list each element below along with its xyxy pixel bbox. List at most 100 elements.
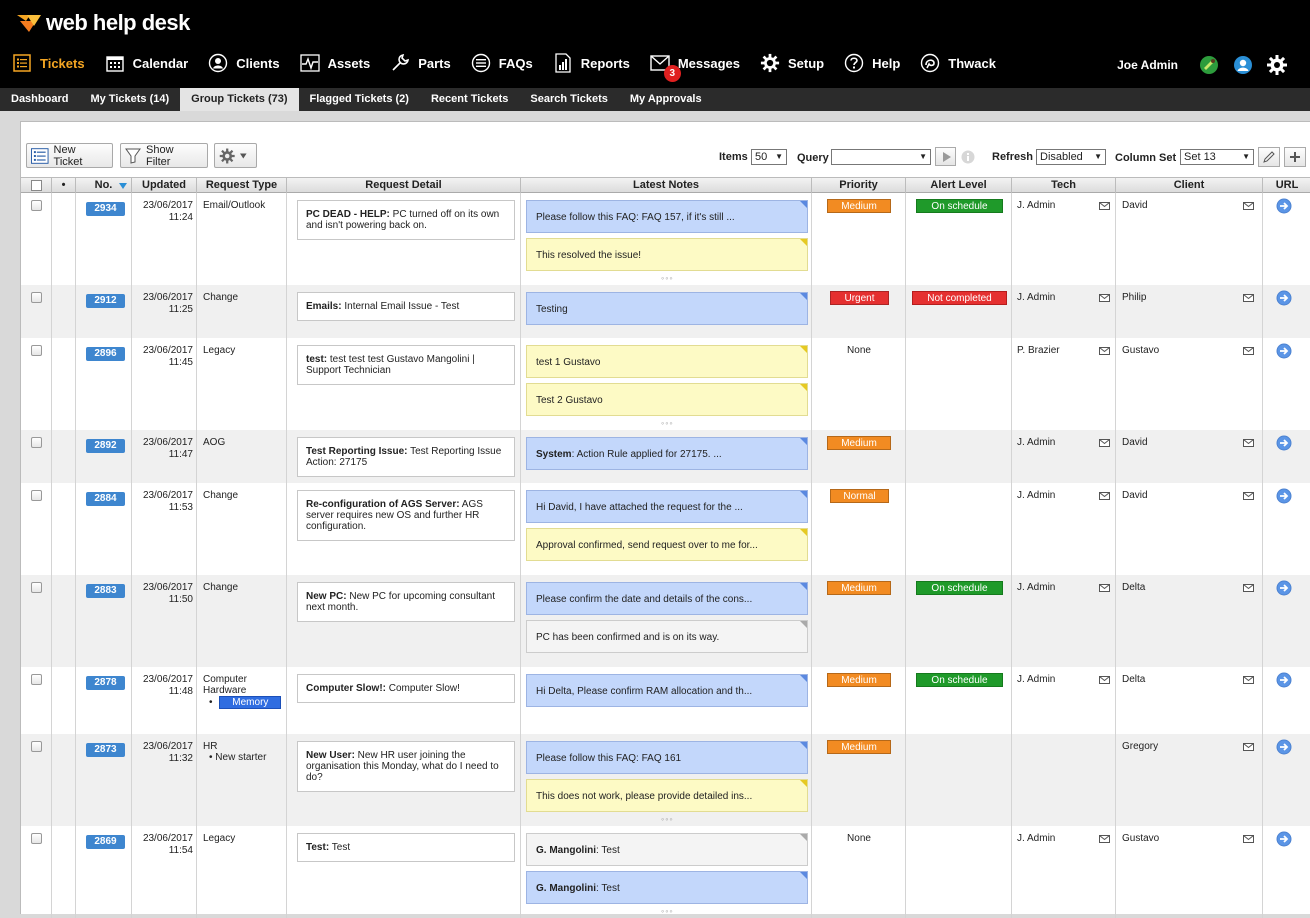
more-notes-icon[interactable]: ◦◦◦ xyxy=(661,274,674,283)
latest-note[interactable]: Testing xyxy=(526,292,808,325)
tech-name[interactable]: J. Admin xyxy=(1017,674,1055,685)
table-row[interactable]: 2912 23/06/2017 11:25 Change Emails: Interna… xyxy=(21,285,1310,338)
run-query-button[interactable] xyxy=(935,147,956,166)
show-filter-button[interactable]: Show Filter xyxy=(120,143,208,168)
nav-reports[interactable]: Reports xyxy=(541,48,638,78)
more-notes-icon[interactable]: ◦◦◦ xyxy=(661,419,674,428)
tab-search-tickets[interactable]: Search Tickets xyxy=(519,88,618,111)
client-name[interactable]: David xyxy=(1122,200,1148,211)
open-url-icon[interactable] xyxy=(1276,580,1292,596)
settings-gear-icon[interactable] xyxy=(1266,54,1288,76)
client-name[interactable]: Gustavo xyxy=(1122,345,1159,356)
email-tech-icon[interactable] xyxy=(1099,491,1110,500)
email-client-icon[interactable] xyxy=(1243,438,1254,447)
refresh-select[interactable]: Disabled ▼ xyxy=(1036,149,1106,165)
col-alert-level[interactable]: Alert Level xyxy=(906,178,1012,193)
table-row[interactable]: 2869 23/06/2017 11:54 Legacy Test: Test G. Ma… xyxy=(21,826,1310,918)
info-icon[interactable] xyxy=(961,150,975,164)
client-name[interactable]: Gustavo xyxy=(1122,833,1159,844)
logo[interactable]: web help desk xyxy=(16,10,190,36)
open-url-icon[interactable] xyxy=(1276,672,1292,688)
col-priority[interactable]: Priority xyxy=(812,178,906,193)
row-checkbox[interactable] xyxy=(31,292,42,303)
client-name[interactable]: David xyxy=(1122,490,1148,501)
select-all-checkbox[interactable] xyxy=(31,180,42,191)
latest-note[interactable]: Hi David, I have attached the request fo… xyxy=(526,490,808,523)
tech-name[interactable]: J. Admin xyxy=(1017,200,1055,211)
tab-my-tickets[interactable]: My Tickets (14) xyxy=(79,88,180,111)
nav-tickets[interactable]: Tickets xyxy=(0,48,93,78)
row-checkbox[interactable] xyxy=(31,741,42,752)
ticket-number[interactable]: 2884 xyxy=(86,492,125,506)
column-set-select[interactable]: Set 13 ▼ xyxy=(1180,149,1254,165)
open-url-icon[interactable] xyxy=(1276,488,1292,504)
col-client[interactable]: Client xyxy=(1116,178,1263,193)
more-notes-icon[interactable]: ◦◦◦ xyxy=(661,815,674,824)
row-checkbox[interactable] xyxy=(31,490,42,501)
new-ticket-button[interactable]: New Ticket xyxy=(26,143,113,168)
request-detail[interactable]: Computer Slow!: Computer Slow! xyxy=(297,674,515,703)
client-name[interactable]: Delta xyxy=(1122,674,1145,685)
email-tech-icon[interactable] xyxy=(1099,201,1110,210)
ticket-number[interactable]: 2892 xyxy=(86,439,125,453)
email-tech-icon[interactable] xyxy=(1099,346,1110,355)
request-detail[interactable]: Re-configuration of AGS Server: AGS serv… xyxy=(297,490,515,541)
nav-assets[interactable]: Assets xyxy=(288,48,379,78)
edit-column-set-button[interactable] xyxy=(1258,147,1280,167)
latest-note[interactable]: Please confirm the date and details of t… xyxy=(526,582,808,615)
nav-setup[interactable]: Setup xyxy=(748,48,832,78)
email-client-icon[interactable] xyxy=(1243,293,1254,302)
open-url-icon[interactable] xyxy=(1276,831,1292,847)
user-name[interactable]: Joe Admin xyxy=(1117,58,1178,72)
request-detail[interactable]: Test: Test xyxy=(297,833,515,862)
col-request-type[interactable]: Request Type xyxy=(197,178,287,193)
ticket-number[interactable]: 2869 xyxy=(86,835,125,849)
col-tech[interactable]: Tech xyxy=(1012,178,1116,193)
profile-icon[interactable] xyxy=(1232,54,1254,76)
tech-name[interactable]: J. Admin xyxy=(1017,582,1055,593)
nav-thwack[interactable]: Thwack xyxy=(908,48,1004,78)
email-tech-icon[interactable] xyxy=(1099,834,1110,843)
email-client-icon[interactable] xyxy=(1243,346,1254,355)
latest-note[interactable]: test 1 Gustavo xyxy=(526,345,808,378)
latest-note[interactable]: G. Mangolini: Test xyxy=(526,871,808,904)
tech-name[interactable]: J. Admin xyxy=(1017,437,1055,448)
request-detail[interactable]: PC DEAD - HELP: PC turned off on its own… xyxy=(297,200,515,240)
col-flag[interactable]: • xyxy=(52,178,76,193)
status-icon[interactable] xyxy=(1198,54,1220,76)
col-latest-notes[interactable]: Latest Notes xyxy=(521,178,812,193)
email-client-icon[interactable] xyxy=(1243,583,1254,592)
items-select[interactable]: 50 ▼ xyxy=(751,149,787,165)
email-client-icon[interactable] xyxy=(1243,675,1254,684)
col-request-detail[interactable]: Request Detail xyxy=(287,178,521,193)
table-row[interactable]: 2934 23/06/2017 11:24 Email/Outlook PC DEAD … xyxy=(21,193,1310,285)
nav-help[interactable]: Help xyxy=(832,48,908,78)
client-name[interactable]: Philip xyxy=(1122,292,1146,303)
col-number[interactable]: No. xyxy=(76,178,132,193)
tab-group-tickets[interactable]: Group Tickets (73) xyxy=(180,88,299,111)
actions-gear-button[interactable] xyxy=(214,143,257,168)
latest-note[interactable]: Test 2 Gustavo xyxy=(526,383,808,416)
col-url[interactable]: URL xyxy=(1263,178,1310,193)
open-url-icon[interactable] xyxy=(1276,198,1292,214)
client-name[interactable]: Delta xyxy=(1122,582,1145,593)
latest-note[interactable]: PC has been confirmed and is on its way. xyxy=(526,620,808,653)
client-name[interactable]: David xyxy=(1122,437,1148,448)
tech-name[interactable]: J. Admin xyxy=(1017,490,1055,501)
table-row[interactable]: 2873 23/06/2017 11:32 HR • New starter New Us… xyxy=(21,734,1310,826)
nav-faqs[interactable]: FAQs xyxy=(459,48,541,78)
tab-recent-tickets[interactable]: Recent Tickets xyxy=(420,88,519,111)
open-url-icon[interactable] xyxy=(1276,290,1292,306)
ticket-number[interactable]: 2878 xyxy=(86,676,125,690)
latest-note[interactable]: Approval confirmed, send request over to… xyxy=(526,528,808,561)
open-url-icon[interactable] xyxy=(1276,343,1292,359)
latest-note[interactable]: This does not work, please provide detai… xyxy=(526,779,808,812)
email-tech-icon[interactable] xyxy=(1099,293,1110,302)
request-detail[interactable]: test: test test test Gustavo Mangolini |… xyxy=(297,345,515,385)
row-checkbox[interactable] xyxy=(31,200,42,211)
nav-clients[interactable]: Clients xyxy=(196,48,287,78)
open-url-icon[interactable] xyxy=(1276,435,1292,451)
table-row[interactable]: 2884 23/06/2017 11:53 Change Re-configuratio… xyxy=(21,483,1310,575)
table-row[interactable]: 2892 23/06/2017 11:47 AOG Test Reporting Iss… xyxy=(21,430,1310,483)
latest-note[interactable]: Please follow this FAQ: FAQ 161 xyxy=(526,741,808,774)
